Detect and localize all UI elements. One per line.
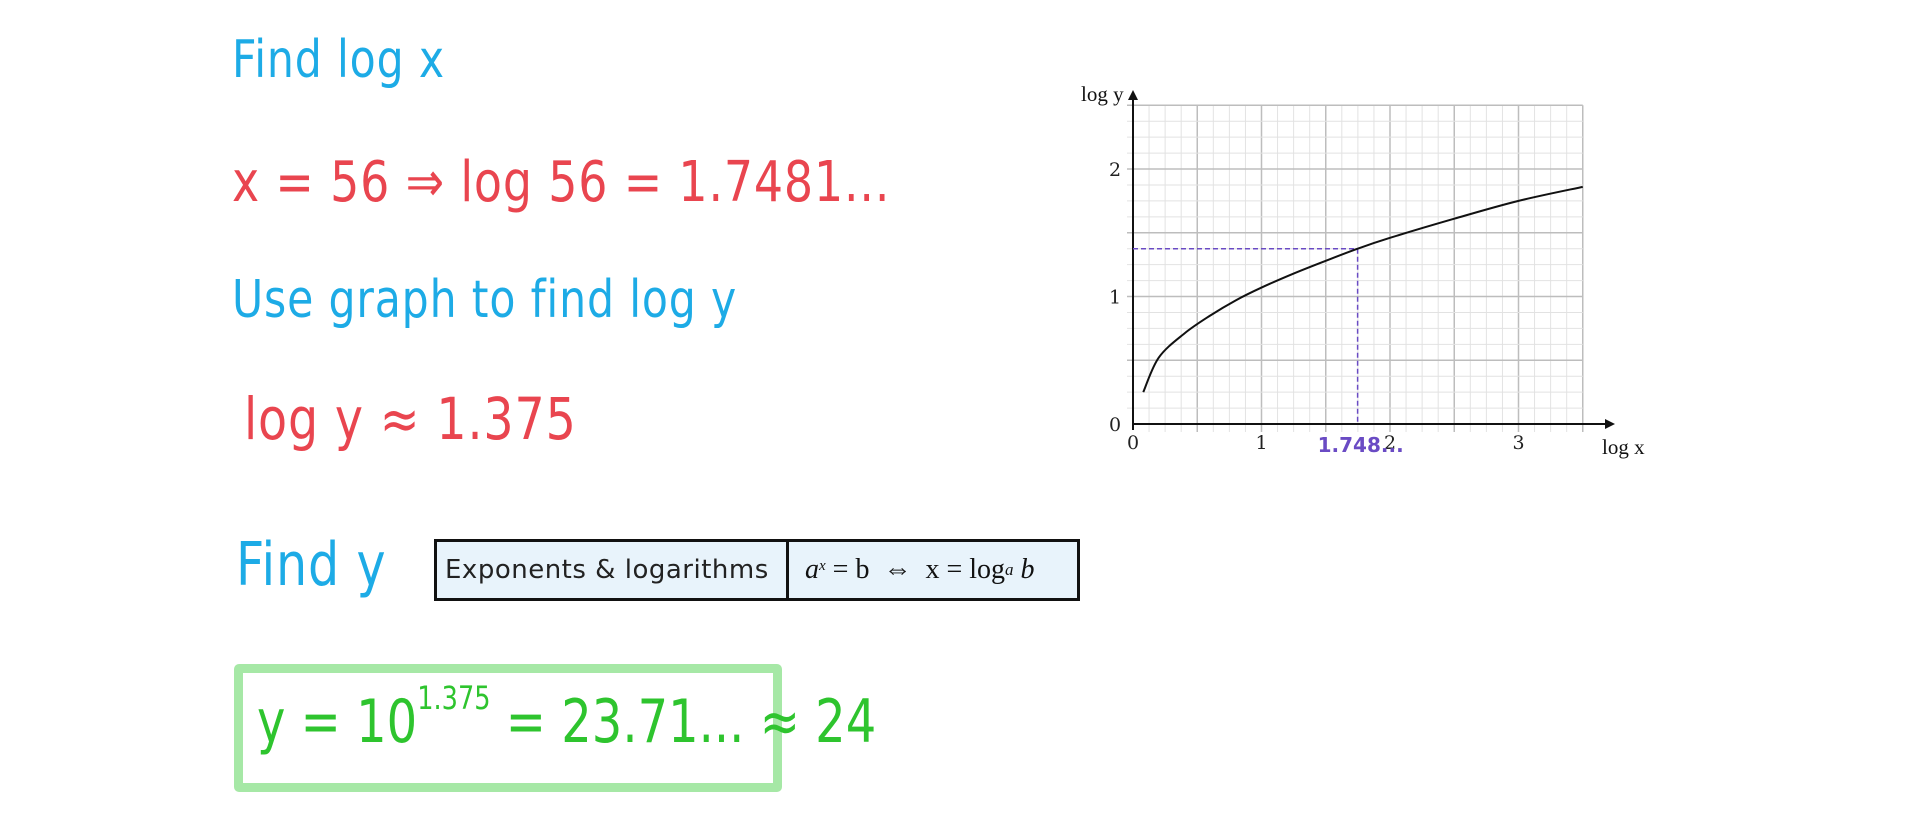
x-tick-label: 1 bbox=[1256, 432, 1268, 454]
answer-exponent: 1.375 bbox=[417, 679, 491, 717]
formula-middle: = b ⇔ x = log bbox=[825, 554, 1006, 585]
x-tick-label: 3 bbox=[1513, 432, 1525, 454]
y-tick-label: 0 bbox=[1109, 414, 1121, 436]
answer-prefix: y = 10 bbox=[257, 687, 418, 757]
y-axis-label: log y bbox=[1081, 82, 1124, 106]
y-tick-label: 1 bbox=[1109, 287, 1121, 309]
annotation-logx: 1.748... bbox=[1318, 433, 1404, 457]
step-use-graph-heading: Use graph to find log y bbox=[232, 270, 738, 330]
step-logy-value: log y ≈ 1.375 bbox=[244, 385, 577, 453]
final-answer: y = 101.375 = 23.71... ≈ 24 bbox=[257, 679, 877, 757]
y-axis-arrow-icon bbox=[1128, 90, 1138, 100]
x-axis-arrow-icon bbox=[1605, 419, 1615, 429]
x-tick-label: 0 bbox=[1127, 432, 1139, 454]
x-axis-label: log x bbox=[1602, 435, 1645, 459]
final-answer-box: y = 101.375 = 23.71... ≈ 24 bbox=[234, 664, 876, 792]
step-find-y-heading: Find y bbox=[236, 530, 387, 600]
step-calc-logx: x = 56 ⇒ log 56 = 1.7481... bbox=[232, 150, 891, 215]
formula-name: Exponents & logarithms bbox=[437, 542, 789, 598]
formula-subscript: a bbox=[1005, 560, 1014, 579]
tick-labels: 0 1 2 3012 bbox=[1109, 159, 1525, 454]
grid-lines bbox=[1127, 104, 1584, 432]
formula-end: b bbox=[1013, 554, 1035, 585]
log-graph: log y log x 0 1 2 3012 1.748... bbox=[1081, 82, 1645, 459]
axes bbox=[1128, 90, 1615, 430]
formula-base: a bbox=[805, 554, 819, 585]
formula-exponent: x bbox=[819, 557, 826, 574]
answer-result: = 23.71... ≈ 24 bbox=[490, 687, 877, 757]
formula-expression: ax = b ⇔ x = log a b bbox=[789, 542, 1077, 598]
formula-reference-box: Exponents & logarithms ax = b ⇔ x = log a… bbox=[434, 539, 1080, 601]
y-tick-label: 2 bbox=[1109, 159, 1121, 181]
curve-line bbox=[1142, 185, 1583, 393]
step-find-logx-heading: Find log x bbox=[232, 30, 445, 90]
